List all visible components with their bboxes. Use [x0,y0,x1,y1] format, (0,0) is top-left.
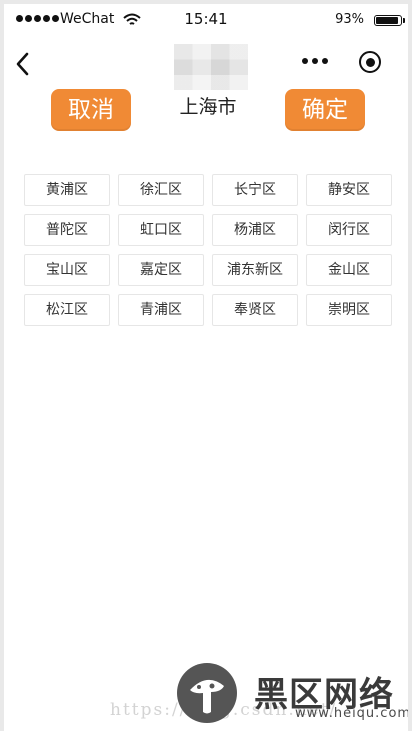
cancel-button[interactable]: 取消 [51,89,131,131]
picker-title: 上海市 [179,96,237,118]
status-bar: WeChat 15:41 93% [4,4,408,36]
watermark-domain: www.heiqu.com [295,706,408,721]
district-item[interactable]: 长宁区 [212,174,298,206]
district-item[interactable]: 杨浦区 [212,214,298,246]
chevron-left-icon[interactable] [12,48,36,80]
district-item[interactable]: 宝山区 [24,254,110,286]
district-item[interactable]: 黄浦区 [24,174,110,206]
nav-bar [4,36,408,92]
district-item[interactable]: 嘉定区 [118,254,204,286]
more-dots-icon[interactable] [302,58,328,64]
blurred-page-title [174,44,248,90]
battery-percentage: 93% [335,12,364,27]
district-item[interactable]: 奉贤区 [212,294,298,326]
confirm-button[interactable]: 确定 [285,89,365,131]
district-item[interactable]: 普陀区 [24,214,110,246]
district-item[interactable]: 闵行区 [306,214,392,246]
district-item[interactable]: 静安区 [306,174,392,206]
district-item[interactable]: 崇明区 [306,294,392,326]
district-item[interactable]: 松江区 [24,294,110,326]
app-screen: WeChat 15:41 93% 取消 上海市 确定 黄浦区 徐汇区 长宁区 静… [4,4,408,731]
district-item[interactable]: 浦东新区 [212,254,298,286]
district-grid: 黄浦区 徐汇区 长宁区 静安区 普陀区 虹口区 杨浦区 闵行区 宝山区 嘉定区 … [24,174,394,326]
mushroom-logo-icon [177,663,237,723]
record-icon[interactable] [359,51,381,73]
district-item[interactable]: 金山区 [306,254,392,286]
district-item[interactable]: 徐汇区 [118,174,204,206]
district-item[interactable]: 虹口区 [118,214,204,246]
battery-icon [374,15,405,26]
district-item[interactable]: 青浦区 [118,294,204,326]
